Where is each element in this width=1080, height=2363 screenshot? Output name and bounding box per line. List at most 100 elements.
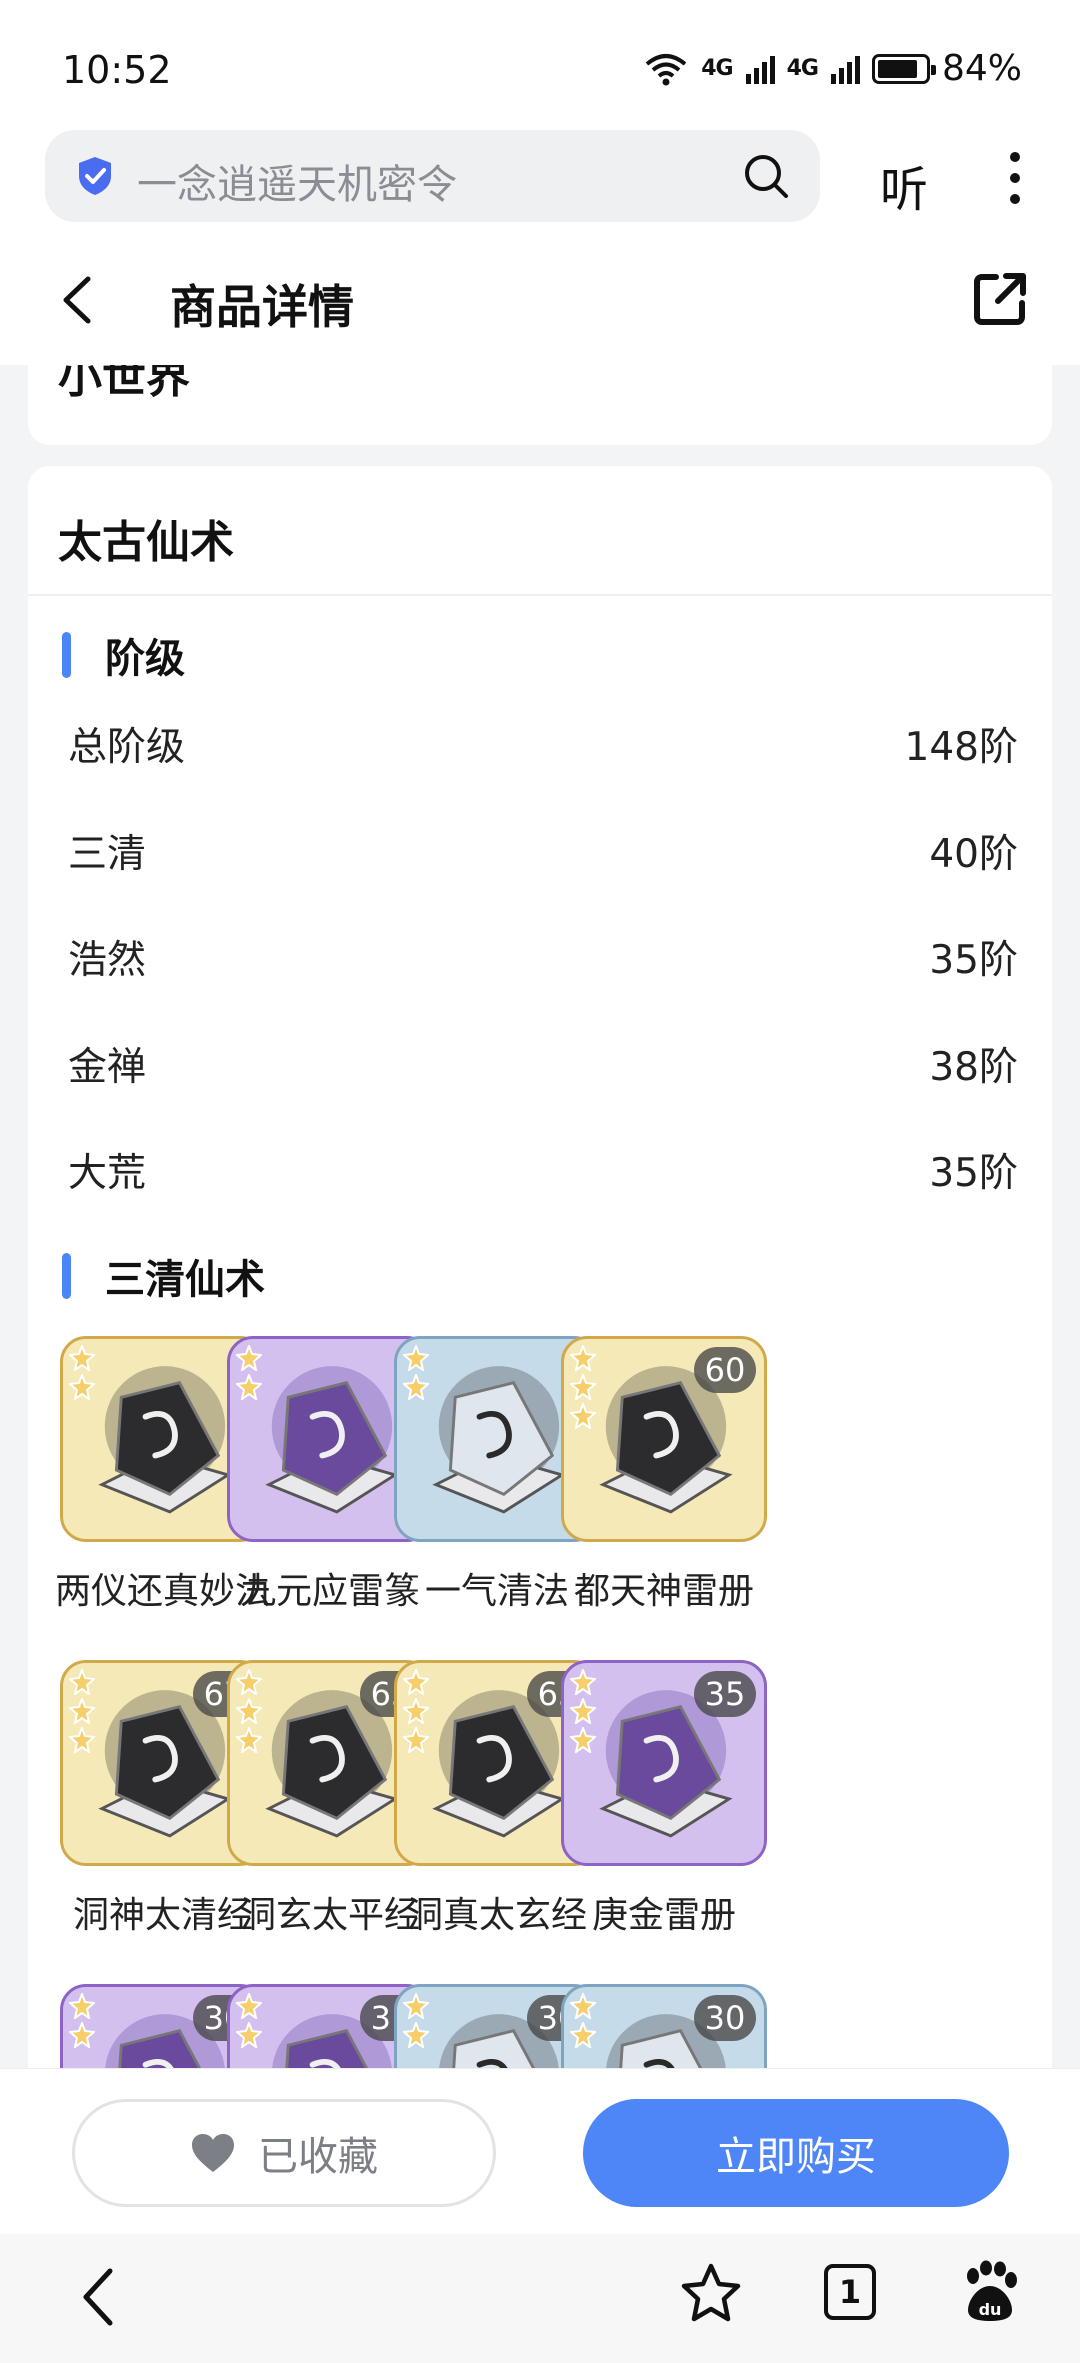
skill-name: 庚金雷册 <box>591 1895 736 1936</box>
search-bar[interactable]: 一念逍遥天机密令 <box>45 130 820 222</box>
rank-row: 金禅 38阶 <box>68 1036 1018 1096</box>
star-icon <box>403 2022 429 2048</box>
rarity-stars <box>236 1345 262 1400</box>
rank-value: 35阶 <box>929 1151 1018 1196</box>
signal-bars-icon-2 <box>830 55 860 84</box>
browser-bottom-nav: 1 du <box>0 2234 1080 2363</box>
bookmark-star-icon[interactable] <box>680 2262 742 2324</box>
star-icon <box>236 2022 262 2048</box>
star-icon <box>570 1345 596 1371</box>
star-icon <box>570 2022 596 2048</box>
star-icon <box>236 1727 262 1753</box>
star-icon <box>570 1993 596 2019</box>
skills-card: 太古仙术 阶级 总阶级 148阶 三清 40阶 浩然 35阶 金禅 38阶 大荒… <box>28 466 1052 2190</box>
world-card: 小世界 <box>28 365 1052 445</box>
star-icon <box>236 1698 262 1724</box>
baidu-paw-icon[interactable]: du <box>960 2260 1020 2324</box>
status-time: 10:52 <box>62 48 172 92</box>
skills-card-title: 太古仙术 <box>58 517 234 568</box>
back-arrow-icon[interactable] <box>58 275 98 325</box>
buy-now-label: 立即购买 <box>716 2134 876 2180</box>
skill-book-tile[interactable]: 60 <box>561 1336 767 1542</box>
rank-label: 三清 <box>68 832 147 877</box>
star-icon <box>69 1374 95 1400</box>
rarity-stars <box>570 1669 596 1753</box>
level-badge: 60 <box>694 1347 756 1393</box>
rank-row: 总阶级 148阶 <box>68 716 1018 776</box>
skill-item[interactable]: 60 都天神雷册 <box>559 1336 769 1636</box>
sanqing-section-title: 三清仙术 <box>105 1257 265 1303</box>
buy-now-button[interactable]: 立即购买 <box>583 2099 1009 2207</box>
more-menu-icon[interactable] <box>1000 152 1030 208</box>
search-row: 一念逍遥天机密令 听 <box>0 130 1080 235</box>
star-icon <box>570 1403 596 1429</box>
search-input[interactable]: 一念逍遥天机密令 <box>137 152 457 210</box>
star-icon <box>236 1993 262 2019</box>
browser-back-icon[interactable] <box>78 2266 118 2328</box>
skill-item[interactable]: 35 庚金雷册 <box>559 1660 769 1960</box>
star-icon <box>69 2022 95 2048</box>
rarity-stars <box>236 1669 262 1753</box>
rarity-stars <box>236 1993 262 2048</box>
star-icon <box>403 1727 429 1753</box>
rank-section-header: 阶级 <box>62 626 185 684</box>
skill-book-tile[interactable]: 35 <box>561 1660 767 1866</box>
heart-icon <box>192 2134 234 2172</box>
level-badge: 35 <box>694 1671 756 1717</box>
rank-section-title: 阶级 <box>105 636 185 682</box>
star-icon <box>69 1345 95 1371</box>
signal-label-1: 4G <box>701 56 733 81</box>
star-icon <box>570 1698 596 1724</box>
search-icon[interactable] <box>742 152 790 200</box>
star-icon <box>403 1669 429 1695</box>
page-title: 商品详情 <box>170 280 354 334</box>
card-divider <box>28 594 1052 596</box>
rank-value: 148阶 <box>904 725 1018 770</box>
star-icon <box>570 1727 596 1753</box>
rank-label: 总阶级 <box>68 725 186 770</box>
rank-row: 浩然 35阶 <box>68 929 1018 989</box>
favorite-button[interactable]: 已收藏 <box>72 2099 496 2207</box>
star-icon <box>69 1727 95 1753</box>
rank-row: 大荒 35阶 <box>68 1142 1018 1202</box>
star-icon <box>403 1698 429 1724</box>
star-icon <box>69 1698 95 1724</box>
battery-fill <box>877 59 917 78</box>
star-icon <box>403 1345 429 1371</box>
battery-icon <box>871 53 936 84</box>
svg-text:du: du <box>979 2300 1002 2319</box>
star-icon <box>69 1669 95 1695</box>
star-icon <box>236 1345 262 1371</box>
section-marker <box>62 632 71 678</box>
rank-label: 大荒 <box>68 1151 147 1196</box>
shield-icon <box>79 157 111 195</box>
action-bar: 已收藏 立即购买 <box>0 2068 1080 2234</box>
rank-value: 40阶 <box>929 832 1018 877</box>
star-icon <box>570 1669 596 1695</box>
rarity-stars <box>69 1993 95 2048</box>
signal-bars-icon <box>745 55 775 84</box>
sanqing-section-header: 三清仙术 <box>62 1247 265 1305</box>
star-icon <box>403 1993 429 2019</box>
star-icon <box>236 1374 262 1400</box>
battery-percent: 84% <box>941 48 1022 89</box>
rarity-stars <box>570 1993 596 2048</box>
rarity-stars <box>403 1669 429 1753</box>
page-header: 商品详情 <box>0 235 1080 365</box>
rank-label: 浩然 <box>68 938 147 983</box>
level-badge: 30 <box>694 1995 756 2041</box>
star-icon <box>403 1374 429 1400</box>
wifi-icon <box>645 53 687 85</box>
tabs-count-button[interactable]: 1 <box>824 2264 876 2320</box>
rank-value: 35阶 <box>929 938 1018 983</box>
star-icon <box>69 1993 95 2019</box>
share-icon[interactable] <box>970 269 1030 329</box>
skill-name: 都天神雷册 <box>573 1571 754 1612</box>
status-icons: 4G 4G 84% <box>643 48 1022 89</box>
rarity-stars <box>69 1345 95 1400</box>
rarity-stars <box>403 1993 429 2048</box>
listen-button[interactable]: 听 <box>880 150 928 220</box>
rarity-stars <box>570 1345 596 1429</box>
rank-row: 三清 40阶 <box>68 823 1018 883</box>
star-icon <box>236 1669 262 1695</box>
